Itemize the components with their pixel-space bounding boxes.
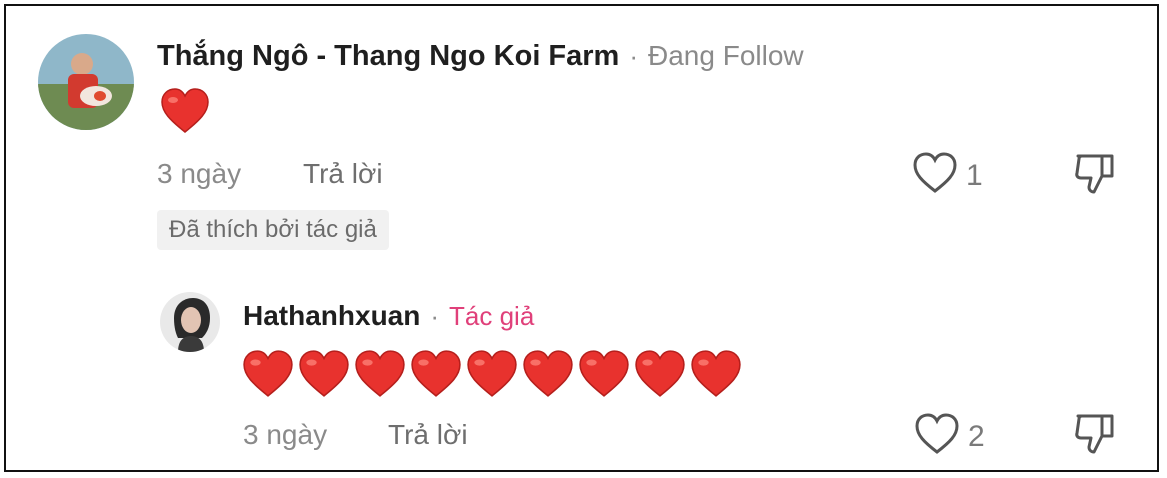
- comment-author-name[interactable]: Thắng Ngô - Thang Ngo Koi Farm: [157, 40, 619, 73]
- comment-dislike-button[interactable]: [1072, 150, 1118, 201]
- heart-emoji: [410, 350, 462, 398]
- heart-emoji: [298, 350, 350, 398]
- heart-emoji: [690, 350, 742, 398]
- reply-like-count: 2: [968, 419, 985, 453]
- thumbs-down-icon[interactable]: [1072, 154, 1118, 200]
- comment-like-count: 1: [966, 158, 983, 192]
- reply-hearts-row: [242, 350, 742, 398]
- comment-reply-button[interactable]: Trả lời: [303, 158, 383, 190]
- liked-by-author-badge: Đã thích bởi tác giả: [157, 210, 389, 250]
- heart-outline-icon[interactable]: [914, 413, 960, 460]
- reply-reply-button[interactable]: Trả lời: [388, 419, 468, 451]
- reply-like-button[interactable]: 2: [914, 413, 985, 460]
- reply-author-name[interactable]: Hathanhxuan: [243, 300, 420, 332]
- reply-header: Hathanhxuan · Tác giả: [243, 300, 534, 336]
- author-tag: Tác giả: [449, 301, 535, 331]
- heart-emoji: [466, 350, 518, 398]
- separator-dot: ·: [629, 41, 639, 71]
- heart-emoji: [160, 88, 210, 134]
- heart-emoji: [522, 350, 574, 398]
- heart-emoji: [242, 350, 294, 398]
- heart-outline-icon[interactable]: [912, 152, 958, 199]
- comment-timestamp: 3 ngày: [157, 158, 242, 189]
- heart-emoji: [354, 350, 406, 398]
- thumbs-down-icon[interactable]: [1072, 414, 1118, 460]
- commenter-avatar[interactable]: [38, 34, 134, 130]
- reply-timestamp: 3 ngày: [243, 419, 328, 450]
- separator-dot: ·: [430, 301, 440, 331]
- follow-status[interactable]: Đang Follow: [648, 40, 804, 72]
- comment-header: Thắng Ngô - Thang Ngo Koi Farm · Đang Fo…: [157, 40, 804, 76]
- comment-like-button[interactable]: 1: [912, 152, 983, 199]
- heart-emoji: [578, 350, 630, 398]
- heart-emoji: [634, 350, 686, 398]
- reply-dislike-button[interactable]: [1072, 410, 1118, 461]
- reply-author-avatar[interactable]: [160, 292, 220, 352]
